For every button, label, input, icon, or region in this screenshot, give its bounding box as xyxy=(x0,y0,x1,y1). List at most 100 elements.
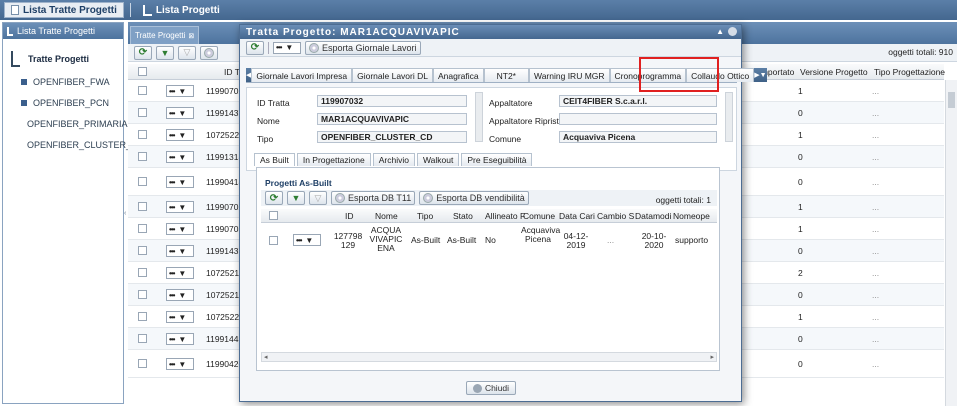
tree-item-cluster[interactable]: OPENFIBER_CLUSTER_ xyxy=(3,134,131,155)
row-checkbox[interactable] xyxy=(138,268,147,277)
export-button[interactable] xyxy=(200,45,218,60)
filter-icon: ▼ xyxy=(291,193,301,203)
column-header-cambio[interactable]: Cambio S xyxy=(597,211,634,221)
as-built-panel: Progetti As-Built ⟳ ▼ ▽ Esporta DB T11 E… xyxy=(256,167,720,371)
tab-anagrafica[interactable]: Anagrafica xyxy=(432,68,484,82)
scroll-thumb[interactable] xyxy=(948,92,955,108)
column-header-id[interactable]: ID xyxy=(345,211,354,221)
close-icon[interactable]: ⊠ xyxy=(188,32,194,40)
select-all-checkbox[interactable] xyxy=(269,211,278,220)
row-actions-dropdown[interactable]: ••• ▼ xyxy=(166,358,194,370)
row-actions-dropdown[interactable]: ••• ▼ xyxy=(166,129,194,141)
column-header-data-cari[interactable]: Data Cari xyxy=(559,211,595,221)
column-header-stato[interactable]: Stato xyxy=(453,211,473,221)
column-header-nome[interactable]: Nome xyxy=(375,211,398,221)
export-db-t11-button[interactable]: Esporta DB T11 xyxy=(331,191,416,205)
clear-filter-button[interactable]: ▽ xyxy=(309,191,327,205)
tree-item-fwa[interactable]: OPENFIBER_FWA xyxy=(3,71,123,92)
row-checkbox[interactable] xyxy=(138,334,147,343)
horizontal-scrollbar[interactable]: ◂ ▸ xyxy=(261,352,717,362)
tab-giornale-lavori-impresa[interactable]: Giornale Lavori Impresa xyxy=(251,68,353,82)
clear-filter-button[interactable]: ▽ xyxy=(178,45,196,60)
subtab-archivio[interactable]: Archivio xyxy=(372,153,415,166)
tab-list-dropdown-icon[interactable]: ▼ xyxy=(759,68,767,82)
column-header-allineato[interactable]: Allineato F xyxy=(485,211,525,221)
form-scrollbar-right[interactable] xyxy=(725,92,733,142)
cell-stato: As-Built xyxy=(447,235,477,245)
row-checkbox[interactable] xyxy=(138,290,147,299)
tree-item-label: OPENFIBER_CLUSTER_ xyxy=(27,139,132,150)
chiudi-button[interactable]: Chiudi xyxy=(466,381,516,395)
more-icon: ••• xyxy=(169,202,175,212)
vertical-scrollbar[interactable] xyxy=(945,80,957,406)
select-all-checkbox[interactable] xyxy=(138,67,147,76)
chevron-down-icon: ▼ xyxy=(178,268,187,278)
cell-id: 11991443 xyxy=(206,334,244,344)
row-checkbox[interactable] xyxy=(138,86,147,95)
row-actions-dropdown[interactable]: ••• ▼ xyxy=(166,85,194,97)
subtab-as-built[interactable]: As Built xyxy=(254,153,295,166)
filter-button[interactable]: ▼ xyxy=(287,191,305,205)
row-checkbox[interactable] xyxy=(138,202,147,211)
row-actions-dropdown[interactable]: ••• ▼ xyxy=(166,311,194,323)
as-built-row[interactable]: ••• ▼ 127798129 ACQUAVIVAPICENA As-Built … xyxy=(261,224,717,258)
row-checkbox[interactable] xyxy=(138,312,147,321)
row-actions-dropdown[interactable]: ••• ▼ xyxy=(166,289,194,301)
minimize-icon[interactable]: ▲ xyxy=(716,27,725,36)
column-header-datamodi[interactable]: Datamodi xyxy=(635,211,671,221)
row-checkbox[interactable] xyxy=(138,152,147,161)
tab-tratte-progetti[interactable]: Tratte Progetti ⊠ xyxy=(130,26,200,44)
row-checkbox[interactable] xyxy=(138,130,147,139)
refresh-button[interactable]: ⟳ xyxy=(265,191,283,205)
subtab-in-progettazione[interactable]: In Progettazione xyxy=(296,153,371,166)
column-header-comune[interactable]: Comune xyxy=(523,211,555,221)
scroll-right-arrow-icon[interactable]: ▸ xyxy=(710,353,714,361)
left-panel-header: Lista Tratte Progetti xyxy=(3,23,123,39)
row-actions-dropdown[interactable]: ••• ▼ xyxy=(166,176,194,188)
row-checkbox[interactable] xyxy=(138,246,147,255)
export-giornale-lavori-button[interactable]: Esporta Giornale Lavori xyxy=(305,40,421,55)
row-actions-dropdown[interactable]: ••• ▼ xyxy=(166,107,194,119)
tab-lista-progetti[interactable]: Lista Progetti xyxy=(137,2,226,18)
row-actions-dropdown[interactable]: ••• ▼ xyxy=(166,245,194,257)
collapse-arrow-icon[interactable]: ‹ xyxy=(124,210,126,217)
scroll-left-arrow-icon[interactable]: ◂ xyxy=(264,353,268,361)
tab-giornale-lavori-dl[interactable]: Giornale Lavori DL xyxy=(352,68,433,82)
form-scrollbar-left[interactable] xyxy=(475,92,483,142)
tab-lista-tratte-progetti[interactable]: Lista Tratte Progetti xyxy=(4,2,124,18)
node-icon xyxy=(21,78,27,85)
cell-nome: ACQUAVIVAPICENA xyxy=(369,225,403,253)
row-checkbox[interactable] xyxy=(269,236,278,245)
close-icon[interactable] xyxy=(728,27,737,36)
highlight-box xyxy=(639,57,719,92)
column-header-id[interactable]: ID T xyxy=(224,67,240,77)
column-header-nomeope[interactable]: Nomeope xyxy=(673,211,710,221)
row-checkbox[interactable] xyxy=(138,224,147,233)
subtab-pre-eseguibilita[interactable]: Pre Eseguibilità xyxy=(461,153,533,166)
refresh-icon: ⟳ xyxy=(269,192,279,204)
tree-item-pcn[interactable]: OPENFIBER_PCN xyxy=(3,92,123,113)
tab-nt2[interactable]: NT2* xyxy=(483,68,529,82)
row-checkbox[interactable] xyxy=(138,108,147,117)
row-actions-dropdown[interactable]: ••• ▼ xyxy=(166,151,194,163)
export-db-vendibilita-button[interactable]: Esporta DB vendibilità xyxy=(419,191,529,205)
row-actions-dropdown[interactable]: ••• ▼ xyxy=(166,201,194,213)
subtab-walkout[interactable]: Walkout xyxy=(416,153,460,166)
row-actions-dropdown[interactable]: ••• ▼ xyxy=(293,234,321,246)
row-actions-dropdown[interactable]: ••• ▼ xyxy=(166,223,194,235)
row-checkbox[interactable] xyxy=(138,177,147,186)
refresh-button[interactable]: ⟳ xyxy=(246,40,264,55)
tree-root[interactable]: Tratte Progetti xyxy=(3,39,123,71)
column-header-tipo-progettazione[interactable]: Tipo Progettazione xyxy=(874,67,945,77)
as-built-toolbar: ⟳ ▼ ▽ Esporta DB T11 Esporta DB vendibil… xyxy=(261,190,717,206)
row-actions-dropdown[interactable]: ••• ▼ xyxy=(166,333,194,345)
refresh-button[interactable]: ⟳ xyxy=(134,45,152,60)
row-actions-dropdown[interactable]: ••• ▼ xyxy=(166,267,194,279)
row-checkbox[interactable] xyxy=(138,359,147,368)
column-header-versione[interactable]: Versione Progetto xyxy=(800,67,868,77)
filter-button[interactable]: ▼ xyxy=(156,45,174,60)
actions-dropdown[interactable]: ••• ▼ xyxy=(273,41,301,54)
column-header-tipo[interactable]: Tipo xyxy=(417,211,433,221)
tree-item-primaria[interactable]: OPENFIBER_PRIMARIA xyxy=(3,113,128,134)
tab-warning-iru-mgr[interactable]: Warning IRU MGR xyxy=(529,68,610,82)
